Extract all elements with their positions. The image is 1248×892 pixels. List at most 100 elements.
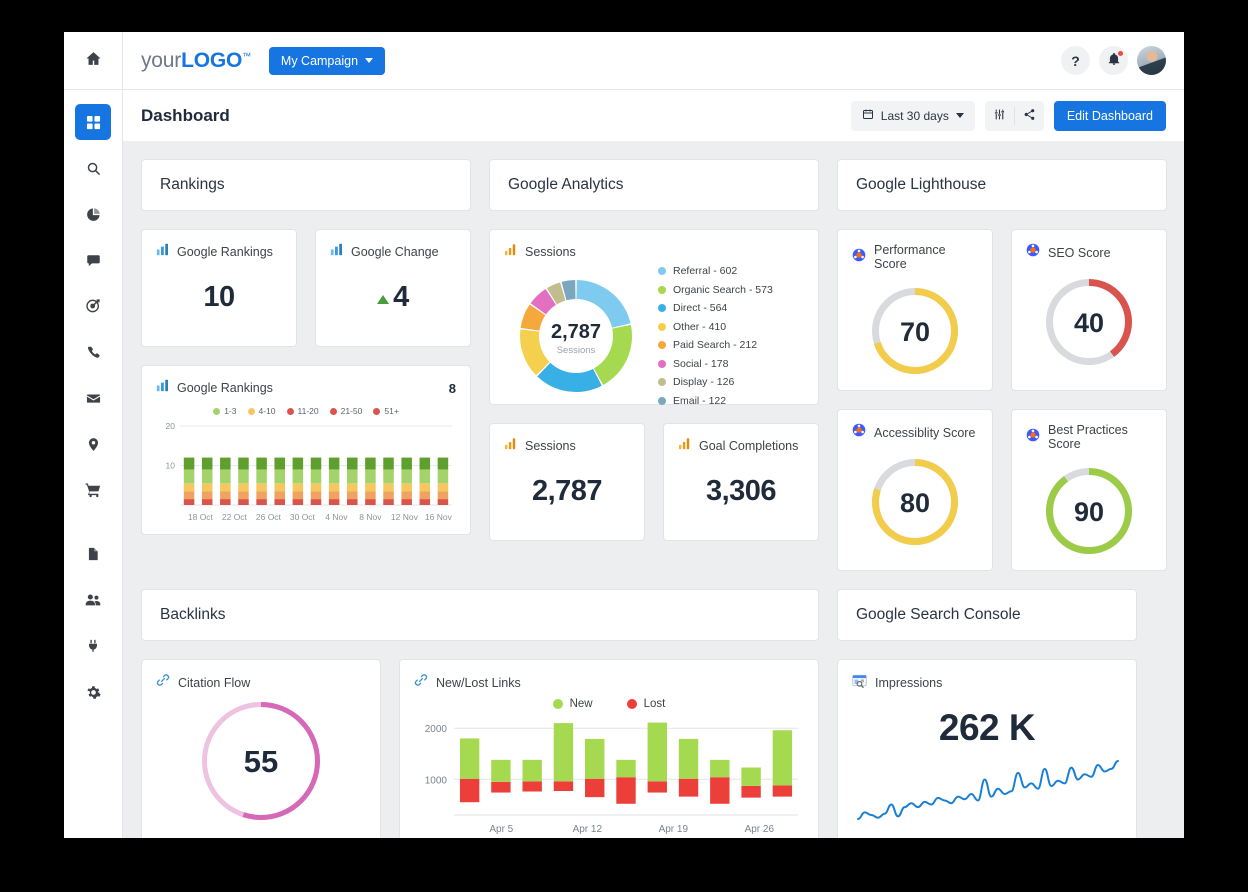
date-range-selector[interactable]: Last 30 days bbox=[851, 101, 975, 131]
legend-swatch bbox=[658, 360, 666, 368]
sidebar-item-calls[interactable] bbox=[75, 334, 111, 370]
legend-label: 11-20 bbox=[298, 406, 319, 416]
sidebar-item-settings[interactable] bbox=[75, 674, 111, 710]
svg-text:1000: 1000 bbox=[425, 775, 448, 786]
svg-text:22 Oct: 22 Oct bbox=[222, 512, 248, 522]
widget-google-rankings-kpi[interactable]: Google Rankings 10 bbox=[141, 229, 297, 347]
widget-sessions-kpi[interactable]: Sessions 2,787 bbox=[489, 423, 645, 541]
gauge-value: 40 bbox=[1074, 308, 1104, 338]
legend-swatch bbox=[658, 286, 666, 294]
column-google-lighthouse: Google Lighthouse Performance Score 70 bbox=[837, 159, 1167, 571]
campaign-selector[interactable]: My Campaign bbox=[269, 47, 385, 75]
bar-chart-icon bbox=[156, 379, 169, 397]
legend-item: Lost bbox=[627, 698, 666, 710]
chevron-down-icon bbox=[365, 58, 373, 63]
svg-text:Apr 5: Apr 5 bbox=[489, 824, 513, 835]
filter-button[interactable] bbox=[985, 101, 1014, 131]
gauge-value: 90 bbox=[1074, 497, 1104, 527]
dashboard-row-1: Rankings Google Rankings 10 bbox=[141, 159, 1166, 571]
widget-citation-flow[interactable]: Citation Flow 55 bbox=[141, 659, 381, 838]
citation-flow-gauge: 55 bbox=[196, 696, 326, 826]
column-search-console: Google Search Console Impressions 262 K bbox=[837, 589, 1137, 838]
legend-label: Social - 178 bbox=[673, 358, 728, 370]
phone-icon bbox=[86, 345, 101, 360]
sidebar-item-locations[interactable] bbox=[75, 426, 111, 462]
widget-accessibility-score[interactable]: Accessiblity Score 80 bbox=[837, 409, 993, 571]
widget-goal-completions-kpi[interactable]: Goal Completions 3,306 bbox=[663, 423, 819, 541]
legend-swatch bbox=[213, 408, 220, 415]
dashboard-canvas: Rankings Google Rankings 10 bbox=[123, 142, 1184, 838]
svg-text:20: 20 bbox=[166, 421, 176, 431]
widget-seo-score[interactable]: SEO Score 40 bbox=[1011, 229, 1167, 391]
main-area: yourLOGO™ My Campaign ? Dashboard bbox=[123, 32, 1184, 838]
widget-sessions-donut[interactable]: Sessions 2,787Sessions Referral - 602Org… bbox=[489, 229, 819, 405]
tool-icon-group bbox=[985, 101, 1044, 131]
legend-label: Direct - 564 bbox=[673, 302, 727, 314]
edit-dashboard-button[interactable]: Edit Dashboard bbox=[1054, 101, 1166, 131]
sidebar-item-email[interactable] bbox=[75, 380, 111, 416]
svg-text:10: 10 bbox=[166, 461, 176, 471]
sidebar-item-analytics[interactable] bbox=[75, 196, 111, 232]
legend-label: 21-50 bbox=[341, 406, 363, 416]
widget-label: Sessions bbox=[525, 245, 576, 259]
svg-text:Apr 12: Apr 12 bbox=[573, 824, 603, 835]
legend-swatch bbox=[553, 699, 563, 709]
lighthouse-icon bbox=[852, 248, 866, 267]
widget-label: Google Rankings bbox=[177, 381, 273, 395]
impressions-sparkline bbox=[852, 755, 1124, 825]
widget-value-wrap: 4 bbox=[330, 281, 456, 314]
sidebar-item-targets[interactable] bbox=[75, 288, 111, 324]
legend-item: Other - 410 bbox=[658, 321, 773, 333]
donut-legend: Referral - 602Organic Search - 573Direct… bbox=[654, 265, 773, 407]
app-logo[interactable]: yourLOGO™ bbox=[141, 49, 251, 73]
lighthouse-row-1: Performance Score 70 SEO Score 4 bbox=[837, 229, 1167, 391]
sidebar-item-ecommerce[interactable] bbox=[75, 472, 111, 508]
avatar[interactable] bbox=[1137, 46, 1166, 75]
donut-slice-direct[interactable] bbox=[537, 362, 602, 391]
legend-item: 1-3 bbox=[213, 406, 236, 416]
sessions-donut-chart: 2,787Sessions bbox=[504, 266, 654, 406]
legend-label: Other - 410 bbox=[673, 321, 726, 333]
widget-badge: 8 bbox=[449, 381, 456, 396]
pagebar-actions: Last 30 days Edit bbox=[851, 101, 1166, 131]
trend-up-icon bbox=[377, 295, 389, 304]
widget-label: SEO Score bbox=[1048, 246, 1111, 260]
sidebar-item-users[interactable] bbox=[75, 582, 111, 618]
widget-performance-score[interactable]: Performance Score 70 bbox=[837, 229, 993, 391]
sidebar-item-dashboard[interactable] bbox=[75, 104, 111, 140]
sidebar-item-search[interactable] bbox=[75, 150, 111, 186]
widget-google-change-kpi[interactable]: Google Change 4 bbox=[315, 229, 471, 347]
google-rankings-bar-chart: 102018 Oct22 Oct26 Oct30 Oct4 Nov8 Nov12… bbox=[156, 420, 456, 525]
sidebar-item-reports[interactable] bbox=[75, 536, 111, 572]
legend-swatch bbox=[330, 408, 337, 415]
svg-text:4 Nov: 4 Nov bbox=[325, 512, 348, 522]
widget-best-practices-score[interactable]: Best Practices Score 90 bbox=[1011, 409, 1167, 571]
column-google-analytics: Google Analytics Sessions 2,787Sessions … bbox=[489, 159, 819, 571]
dashboard-row-2: Backlinks Citation Flow 55 bbox=[141, 589, 1166, 838]
legend-label: Paid Search - 212 bbox=[673, 339, 757, 351]
svg-text:18 Oct: 18 Oct bbox=[188, 512, 214, 522]
link-icon bbox=[156, 673, 170, 692]
notifications-button[interactable] bbox=[1099, 46, 1128, 75]
comment-icon bbox=[86, 253, 101, 268]
help-button[interactable]: ? bbox=[1061, 46, 1090, 75]
app-window: yourLOGO™ My Campaign ? Dashboard bbox=[64, 32, 1184, 838]
sidebar-item-integrations[interactable] bbox=[75, 628, 111, 664]
new-lost-links-chart: 10002000Apr 5Apr 12Apr 19Apr 26 bbox=[414, 712, 804, 837]
sidebar-item-messages[interactable] bbox=[75, 242, 111, 278]
sliders-icon bbox=[993, 108, 1006, 124]
share-button[interactable] bbox=[1015, 101, 1044, 131]
gauge-value: 70 bbox=[900, 317, 930, 347]
search-icon bbox=[86, 161, 101, 176]
widget-google-rankings-chart[interactable]: Google Rankings 8 1-34-1011-2021-5051+ 1… bbox=[141, 365, 471, 535]
widget-impressions[interactable]: Impressions 262 K bbox=[837, 659, 1137, 838]
widget-new-lost-links[interactable]: New/Lost Links NewLost 10002000Apr 5Apr … bbox=[399, 659, 819, 838]
gauge-value: 80 bbox=[900, 488, 930, 518]
sidebar-item-home[interactable] bbox=[64, 32, 122, 90]
legend-item: Referral - 602 bbox=[658, 265, 773, 277]
calendar-icon bbox=[862, 108, 874, 123]
bullseye-icon bbox=[85, 298, 101, 314]
pie-chart-icon bbox=[86, 207, 101, 222]
legend-label: Referral - 602 bbox=[673, 265, 737, 277]
legend-item: 51+ bbox=[373, 406, 398, 416]
